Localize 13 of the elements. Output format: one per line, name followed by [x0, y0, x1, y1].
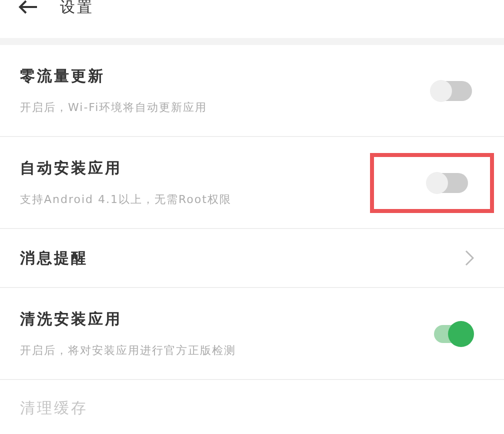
toggle-switch[interactable]: [426, 170, 470, 196]
setting-title: 清理缓存: [20, 398, 88, 419]
page-title: 设置: [60, 0, 94, 14]
chevron-right-icon[interactable]: [465, 250, 474, 266]
setting-title: 自动安装应用: [20, 158, 123, 179]
setting-title: 消息提醒: [20, 248, 88, 269]
toggle-switch[interactable]: [430, 78, 474, 104]
setting-title: 零流量更新: [20, 66, 106, 87]
setting-description: 开启后，将对安装应用进行官方正版检测: [20, 342, 236, 358]
setting-description: 支持Android 4.1以上，无需Root权限: [20, 192, 232, 208]
back-icon[interactable]: [18, 0, 38, 14]
setting-description: 开启后，Wi-Fi环境将自动更新应用: [20, 100, 208, 116]
setting-title: 清洗安装应用: [20, 309, 123, 330]
